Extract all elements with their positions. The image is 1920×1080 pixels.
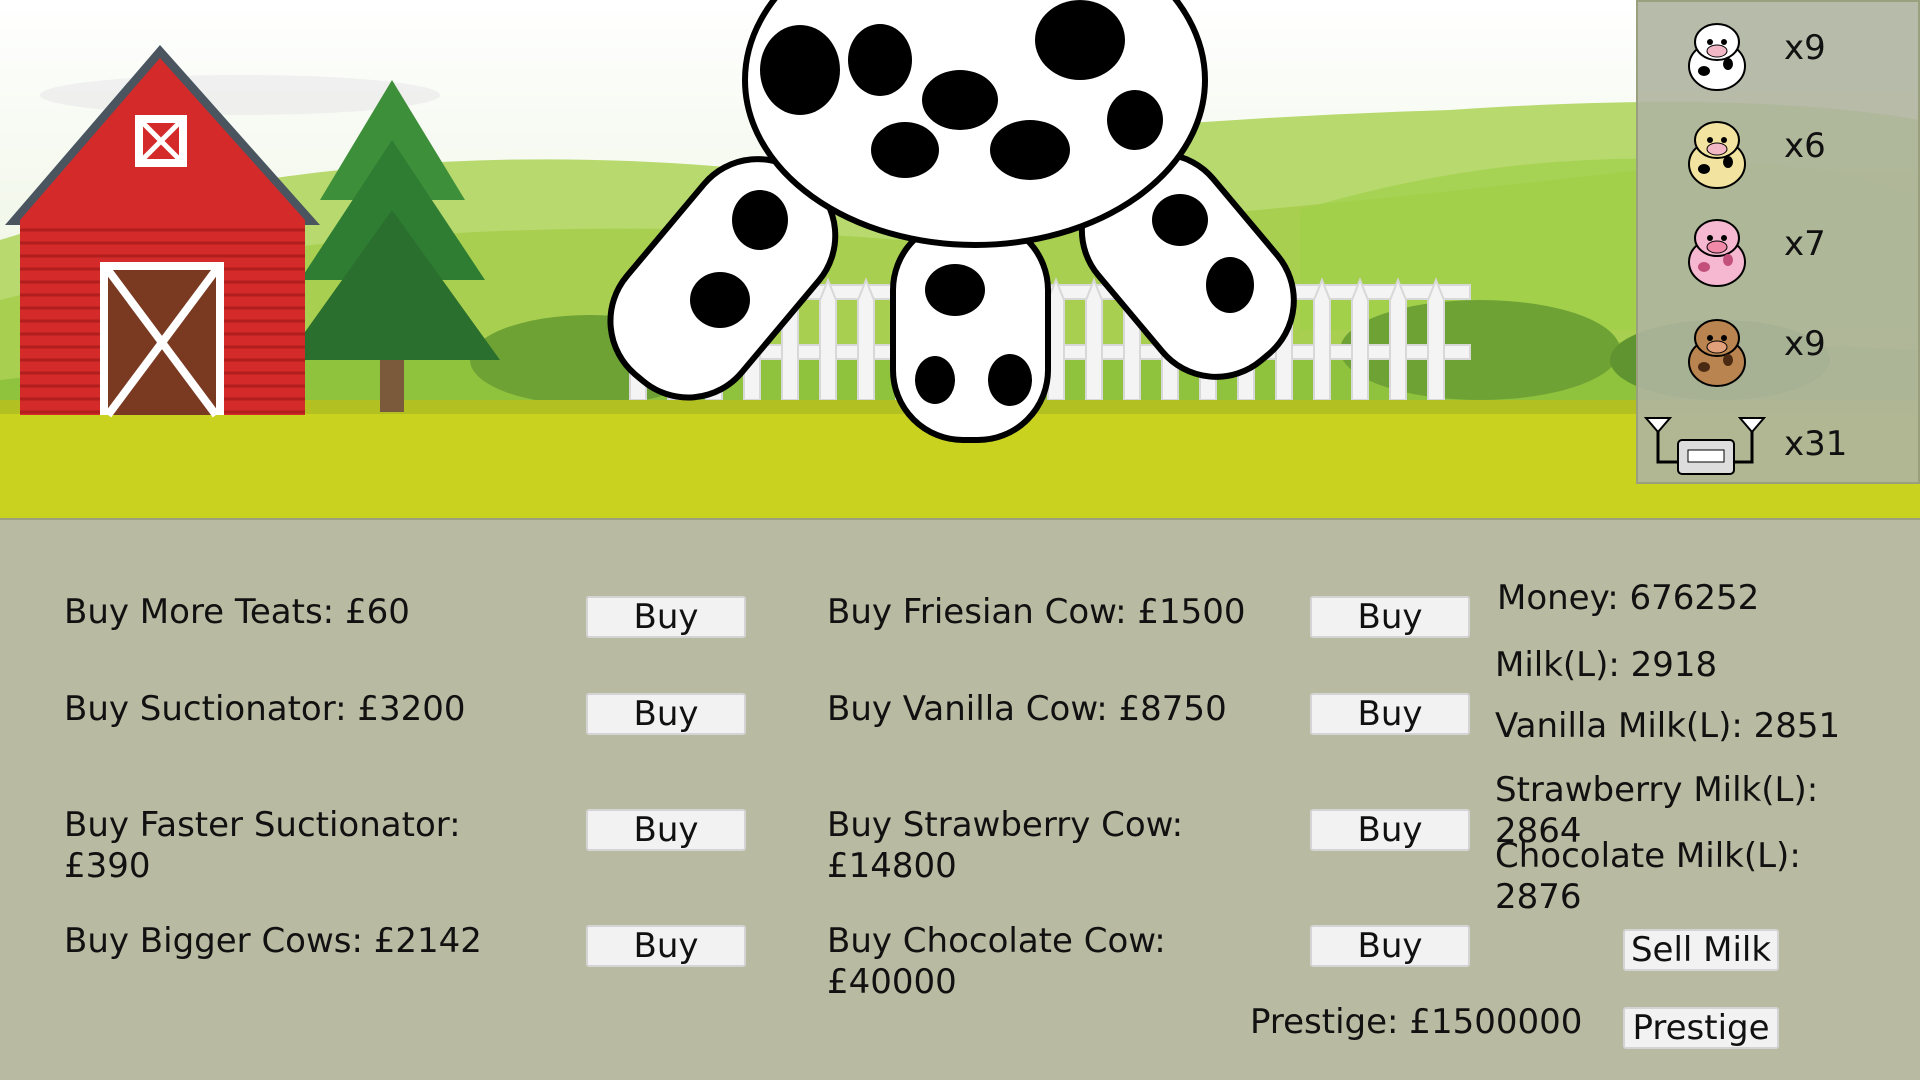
strawberry-cow-icon xyxy=(1688,219,1746,287)
strawberry-cow-label: Buy Strawberry Cow: £14800 xyxy=(827,805,1184,886)
sell-milk-button[interactable]: Sell Milk xyxy=(1623,929,1779,971)
prestige-label: Prestige: £1500000 xyxy=(1250,1002,1583,1042)
vanilla-cow-icon xyxy=(1688,121,1746,189)
buy-faster-suctionator-button[interactable]: Buy xyxy=(586,809,746,851)
buy-chocolate-cow-button[interactable]: Buy xyxy=(1310,925,1470,967)
buy-friesian-cow-button[interactable]: Buy xyxy=(1310,596,1470,638)
prestige-button[interactable]: Prestige xyxy=(1623,1007,1779,1049)
suctionator-count: x31 xyxy=(1784,424,1848,464)
inventory-row-strawberry: x7 xyxy=(1638,200,1920,296)
chocolate-milk-value: Chocolate Milk(L): 2876 xyxy=(1495,836,1801,917)
upgrade-bigger-cows-label: Buy Bigger Cows: £2142 xyxy=(64,921,482,961)
chocolate-cow-label: Buy Chocolate Cow: £40000 xyxy=(827,921,1166,1002)
inventory-row-vanilla: x6 xyxy=(1638,102,1920,198)
vanilla-milk-value: Vanilla Milk(L): 2851 xyxy=(1495,706,1841,746)
fence-post xyxy=(1427,277,1445,401)
buy-suctionator-button[interactable]: Buy xyxy=(586,693,746,735)
fence-post xyxy=(819,277,837,401)
milk-value: Milk(L): 2918 xyxy=(1495,645,1718,685)
vanilla-cow-label: Buy Vanilla Cow: £8750 xyxy=(827,689,1227,729)
inventory-row-suctionator: x31 xyxy=(1638,400,1920,496)
fence-post xyxy=(1313,277,1331,401)
fence-post xyxy=(1389,277,1407,401)
fence-post xyxy=(857,277,875,401)
upgrade-faster-suctionator-label: Buy Faster Suctionator: £390 xyxy=(64,805,461,886)
vanilla-count: x6 xyxy=(1784,126,1826,166)
upgrade-teats-label: Buy More Teats: £60 xyxy=(64,592,410,632)
farm-scene: Buy More Teats: £60 Buy Buy Suctionator:… xyxy=(0,0,1920,1080)
inventory-row-chocolate: x9 xyxy=(1638,300,1920,396)
friesian-count: x9 xyxy=(1784,28,1826,68)
buy-strawberry-cow-button[interactable]: Buy xyxy=(1310,809,1470,851)
fence-post xyxy=(1351,277,1369,401)
upgrade-suctionator-label: Buy Suctionator: £3200 xyxy=(64,689,466,729)
chocolate-count: x9 xyxy=(1784,324,1826,364)
inventory-panel: x9 x6 x7 x9 x31 xyxy=(1636,0,1920,484)
strawberry-count: x7 xyxy=(1784,224,1826,264)
inventory-row-friesian: x9 xyxy=(1638,4,1920,100)
friesian-cow-label: Buy Friesian Cow: £1500 xyxy=(827,592,1246,632)
chocolate-cow-icon xyxy=(1688,319,1746,387)
main-cow[interactable] xyxy=(582,0,1323,443)
money-value: Money: 676252 xyxy=(1497,578,1760,618)
suctionator-icon xyxy=(1643,417,1767,475)
friesian-cow-icon xyxy=(1688,23,1746,91)
buy-vanilla-cow-button[interactable]: Buy xyxy=(1310,693,1470,735)
buy-bigger-cows-button[interactable]: Buy xyxy=(586,925,746,967)
fence-post xyxy=(1085,277,1103,401)
buy-teats-button[interactable]: Buy xyxy=(586,596,746,638)
